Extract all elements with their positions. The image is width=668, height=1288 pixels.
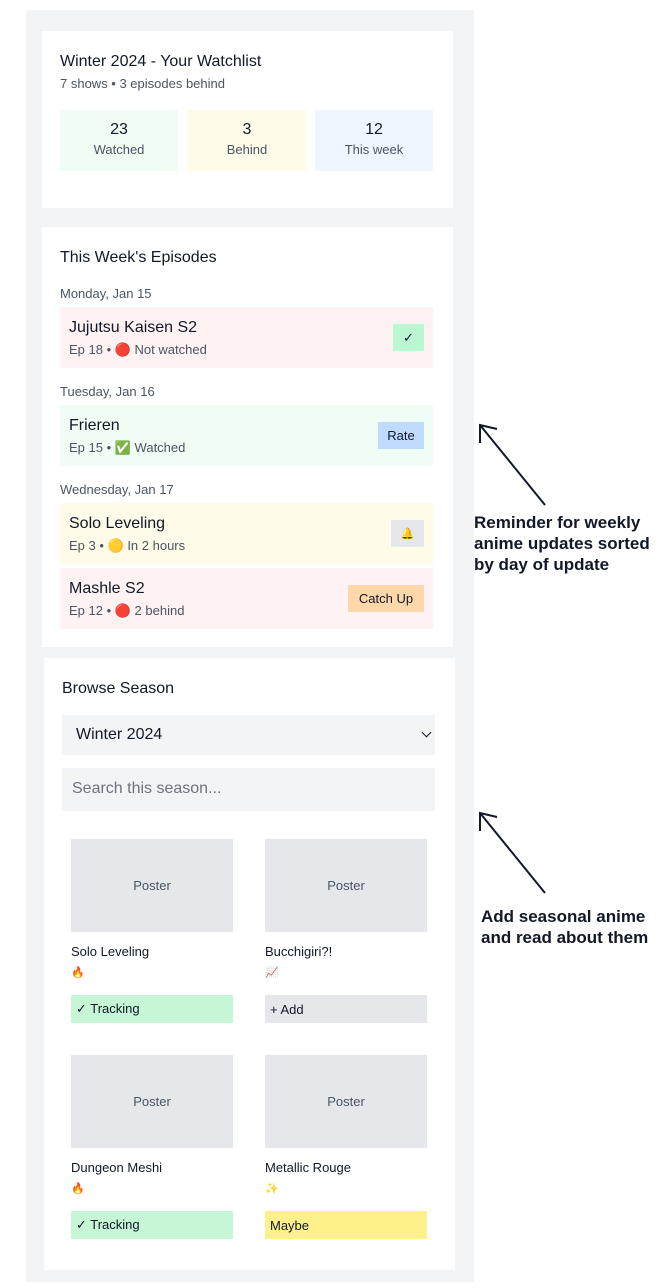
stat-label: Watched (93, 142, 145, 157)
chevron-down-icon (421, 727, 432, 738)
poster-image[interactable]: Poster (71, 839, 233, 932)
day-label-tuesday: Tuesday, Jan 16 (60, 384, 155, 399)
weekly-episodes-title: This Week's Episodes (60, 249, 217, 266)
browse-season-card: Browse Season Winter 2024 Search this se… (44, 658, 455, 1270)
browse-season-title: Browse Season (62, 680, 175, 697)
show-title: Bucchigiri?! (265, 944, 333, 959)
annotation-weekly-reminder: Reminder for weekly anime updates sorted… (474, 513, 650, 574)
poster-image[interactable]: Poster (71, 1055, 233, 1148)
season-search-input[interactable]: Search this season... (62, 768, 435, 811)
rate-button[interactable]: Rate (378, 422, 424, 449)
tracking-button[interactable]: ✓ Tracking (71, 995, 233, 1023)
search-placeholder: Search this season... (72, 780, 222, 797)
day-label-wednesday: Wednesday, Jan 17 (60, 482, 174, 497)
episode-status: Ep 15 • ✅ Watched (69, 440, 186, 455)
tracking-button[interactable]: ✓ Tracking (71, 1211, 233, 1239)
episode-status: Ep 18 • 🔴 Not watched (69, 342, 207, 357)
episode-status: Ep 3 • 🟡 In 2 hours (69, 538, 186, 553)
day-label-monday: Monday, Jan 15 (60, 286, 152, 301)
annotation-arrow-browse (479, 811, 546, 894)
episode-row-jujutsu-kaisen[interactable]: Jujutsu Kaisen S2 Ep 18 • 🔴 Not watched … (60, 307, 433, 368)
watchlist-title: Winter 2024 - Your Watchlist (60, 53, 262, 70)
poster-image[interactable]: Poster (265, 839, 427, 932)
stat-value: 23 (110, 121, 128, 138)
stat-value: 3 (242, 121, 252, 138)
poster-placeholder-label: Poster (327, 1094, 365, 1109)
annotation-arrow-weekly (479, 423, 546, 506)
episode-show-name: Mashle S2 (69, 580, 145, 597)
stat-label: Behind (226, 142, 268, 157)
season-select[interactable]: Winter 2024 (62, 715, 435, 755)
weekly-episodes-card: This Week's Episodes Monday, Jan 15 Juju… (42, 227, 453, 647)
show-title: Metallic Rouge (265, 1160, 351, 1175)
episode-status: Ep 12 • 🔴 2 behind (69, 603, 185, 618)
maybe-button[interactable]: Maybe (265, 1211, 427, 1239)
show-title: Dungeon Meshi (71, 1160, 163, 1175)
annotation-seasonal-browse: Add seasonal anime and read about them (481, 907, 649, 947)
stat-watched[interactable]: 23 Watched (60, 110, 178, 171)
catch-up-button[interactable]: Catch Up (348, 585, 424, 612)
episode-row-solo-leveling[interactable]: Solo Leveling Ep 3 • 🟡 In 2 hours 🔔 (60, 503, 433, 564)
fire-icon: 🔥 (71, 1183, 85, 1195)
episode-show-name: Solo Leveling (69, 515, 166, 532)
show-title: Solo Leveling (71, 944, 150, 959)
poster-placeholder-label: Poster (327, 878, 365, 893)
poster-placeholder-label: Poster (133, 878, 171, 893)
watchlist-summary-card: Winter 2024 - Your Watchlist 7 shows • 3… (42, 31, 453, 208)
stat-this-week[interactable]: 12 This week (315, 110, 433, 171)
mark-watched-button[interactable]: ✓ (393, 324, 424, 351)
stat-behind[interactable]: 3 Behind (188, 110, 306, 171)
trending-chart-icon: 📈 (265, 967, 279, 979)
poster-image[interactable]: Poster (265, 1055, 427, 1148)
episode-show-name: Frieren (69, 417, 120, 434)
stat-label: This week (344, 142, 404, 157)
bell-reminder-icon[interactable]: 🔔 (391, 520, 424, 547)
sparkles-icon: ✨ (265, 1183, 279, 1195)
fire-icon: 🔥 (71, 967, 85, 979)
poster-placeholder-label: Poster (133, 1094, 171, 1109)
watchlist-subtitle: 7 shows • 3 episodes behind (60, 76, 225, 91)
episode-show-name: Jujutsu Kaisen S2 (69, 319, 198, 336)
episode-row-frieren[interactable]: Frieren Ep 15 • ✅ Watched Rate (60, 405, 433, 466)
episode-row-mashle[interactable]: Mashle S2 Ep 12 • 🔴 2 behind Catch Up (60, 568, 433, 629)
stat-value: 12 (365, 121, 383, 138)
season-select-value: Winter 2024 (76, 726, 163, 743)
app-screen: Winter 2024 - Your Watchlist 7 shows • 3… (26, 10, 474, 1282)
add-button[interactable]: + Add (265, 995, 427, 1023)
